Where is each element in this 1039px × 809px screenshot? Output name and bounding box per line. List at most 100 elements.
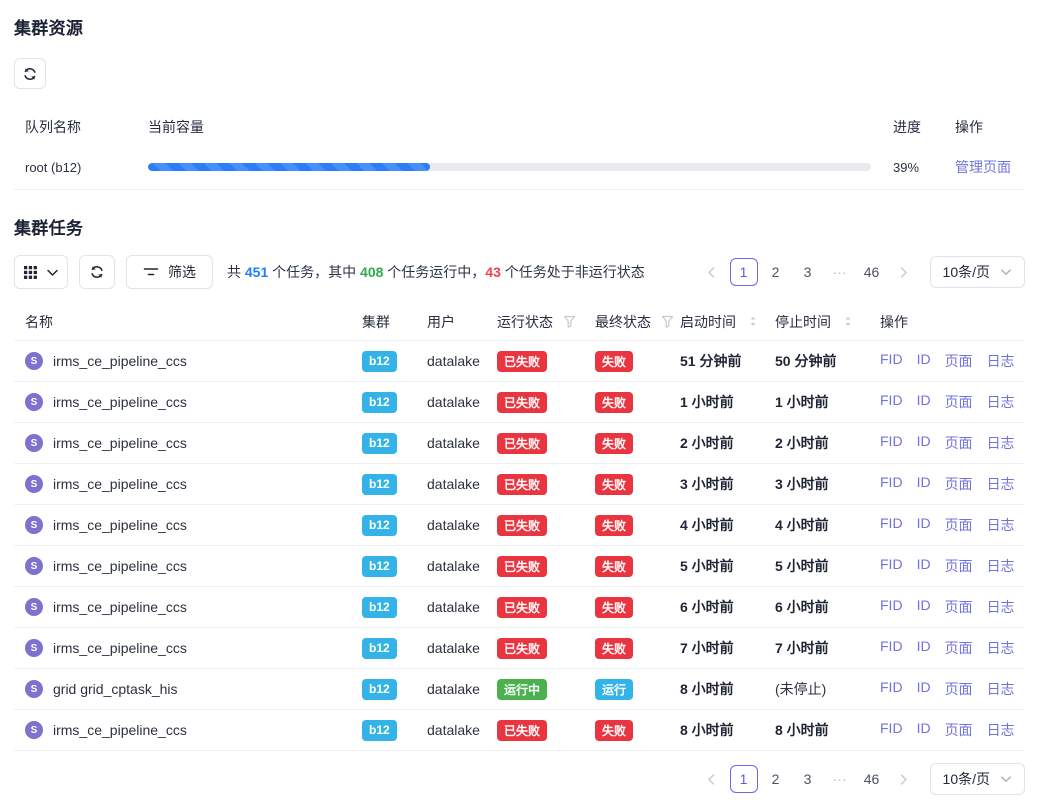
page-link[interactable]: 页面: [945, 679, 973, 699]
col-header-stop-time: 停止时间: [775, 312, 831, 332]
page-link[interactable]: 页面: [945, 351, 973, 371]
id-link[interactable]: ID: [917, 679, 931, 699]
page-link[interactable]: 页面: [945, 474, 973, 494]
pagination-prev-button[interactable]: [698, 765, 726, 793]
fid-link[interactable]: FID: [880, 515, 903, 535]
fid-link[interactable]: FID: [880, 433, 903, 453]
final-status-badge: 失败: [595, 392, 633, 413]
fid-link[interactable]: FID: [880, 597, 903, 617]
final-status-cell: 失败: [595, 597, 680, 618]
page-link[interactable]: 页面: [945, 392, 973, 412]
pagination-page-46[interactable]: 46: [858, 258, 886, 286]
final-status-cell: 失败: [595, 351, 680, 372]
pagination-page-3[interactable]: 3: [794, 258, 822, 286]
id-link[interactable]: ID: [917, 474, 931, 494]
fid-link[interactable]: FID: [880, 351, 903, 371]
stop-time-sort-icon[interactable]: [841, 316, 855, 327]
page-size-select[interactable]: 10条/页: [930, 256, 1025, 288]
id-link[interactable]: ID: [917, 638, 931, 658]
col-header-start-time: 启动时间: [680, 312, 736, 332]
table-row: Sirms_ce_pipeline_ccsb12datalake已失败失败51 …: [14, 341, 1025, 382]
tasks-toolbar: 筛选 共 451 个任务，其中 408 个任务运行中，43 个任务处于非运行状态…: [14, 255, 1025, 289]
run-status-cell: 已失败: [497, 556, 595, 577]
filter-button-label: 筛选: [168, 262, 196, 282]
start-time: 8 小时前: [680, 720, 775, 740]
chevron-down-icon: [1000, 266, 1012, 278]
pagination-page-3[interactable]: 3: [794, 765, 822, 793]
filter-button[interactable]: 筛选: [126, 255, 213, 289]
id-link[interactable]: ID: [917, 720, 931, 740]
task-name-cell: Sirms_ce_pipeline_ccs: [25, 721, 362, 739]
pagination-page-1[interactable]: 1: [730, 765, 758, 793]
task-name-cell: Sirms_ce_pipeline_ccs: [25, 516, 362, 534]
start-time: 6 小时前: [680, 597, 775, 617]
log-link[interactable]: 日志: [987, 638, 1015, 658]
log-link[interactable]: 日志: [987, 515, 1015, 535]
page-link[interactable]: 页面: [945, 433, 973, 453]
row-actions: FID ID 页面日志: [880, 474, 1025, 494]
log-link[interactable]: 日志: [987, 597, 1015, 617]
log-link[interactable]: 日志: [987, 556, 1015, 576]
user-cell: datalake: [427, 558, 497, 574]
run-status-badge: 运行中: [497, 679, 547, 700]
pagination-page-1[interactable]: 1: [730, 258, 758, 286]
id-link[interactable]: ID: [917, 392, 931, 412]
log-link[interactable]: 日志: [987, 433, 1015, 453]
run-status-badge: 已失败: [497, 515, 547, 536]
id-link[interactable]: ID: [917, 351, 931, 371]
fid-link[interactable]: FID: [880, 679, 903, 699]
column-settings-dropdown-button[interactable]: [14, 255, 68, 289]
task-name: grid grid_cptask_his: [53, 681, 178, 697]
stop-time: 3 小时前: [775, 474, 880, 494]
manage-page-link[interactable]: 管理页面: [955, 159, 1011, 175]
id-link[interactable]: ID: [917, 433, 931, 453]
fid-link[interactable]: FID: [880, 720, 903, 740]
final-status-filter-icon[interactable]: [661, 315, 674, 329]
pagination-prev-button[interactable]: [698, 258, 726, 286]
col-header-progress: 进度: [871, 117, 941, 137]
run-status-filter-icon[interactable]: [563, 315, 576, 329]
user-cell: datalake: [427, 681, 497, 697]
user-cell: datalake: [427, 435, 497, 451]
id-link[interactable]: ID: [917, 597, 931, 617]
final-status-cell: 失败: [595, 433, 680, 454]
col-header-user: 用户: [427, 312, 497, 332]
page-link[interactable]: 页面: [945, 556, 973, 576]
page-link[interactable]: 页面: [945, 720, 973, 740]
cluster-cell: b12: [362, 556, 427, 577]
id-link[interactable]: ID: [917, 556, 931, 576]
cluster-badge: b12: [362, 433, 397, 454]
tasks-refresh-button[interactable]: [79, 255, 115, 289]
page-link[interactable]: 页面: [945, 515, 973, 535]
spark-avatar-icon: S: [25, 516, 43, 534]
cluster-badge: b12: [362, 351, 397, 372]
task-name-cell: Sirms_ce_pipeline_ccs: [25, 352, 362, 370]
start-time-sort-icon[interactable]: [746, 316, 760, 327]
resources-refresh-button[interactable]: [14, 58, 46, 89]
fid-link[interactable]: FID: [880, 392, 903, 412]
log-link[interactable]: 日志: [987, 392, 1015, 412]
pagination-next-button[interactable]: [890, 258, 918, 286]
table-row: Sirms_ce_pipeline_ccsb12datalake已失败失败4 小…: [14, 505, 1025, 546]
page-size-select[interactable]: 10条/页: [930, 763, 1025, 795]
row-actions: FID ID 页面日志: [880, 556, 1025, 576]
pagination-page-46[interactable]: 46: [858, 765, 886, 793]
page-link[interactable]: 页面: [945, 638, 973, 658]
pagination-page-2[interactable]: 2: [762, 258, 790, 286]
col-header-cluster: 集群: [362, 312, 427, 332]
log-link[interactable]: 日志: [987, 474, 1015, 494]
log-link[interactable]: 日志: [987, 351, 1015, 371]
id-link[interactable]: ID: [917, 515, 931, 535]
log-link[interactable]: 日志: [987, 720, 1015, 740]
fid-link[interactable]: FID: [880, 474, 903, 494]
pagination-page-2[interactable]: 2: [762, 765, 790, 793]
run-status-cell: 已失败: [497, 638, 595, 659]
log-link[interactable]: 日志: [987, 679, 1015, 699]
page-link[interactable]: 页面: [945, 597, 973, 617]
fid-link[interactable]: FID: [880, 556, 903, 576]
col-header-name: 名称: [25, 312, 362, 332]
pagination-next-button[interactable]: [890, 765, 918, 793]
task-name: irms_ce_pipeline_ccs: [53, 353, 187, 369]
run-status-badge: 已失败: [497, 474, 547, 495]
fid-link[interactable]: FID: [880, 638, 903, 658]
